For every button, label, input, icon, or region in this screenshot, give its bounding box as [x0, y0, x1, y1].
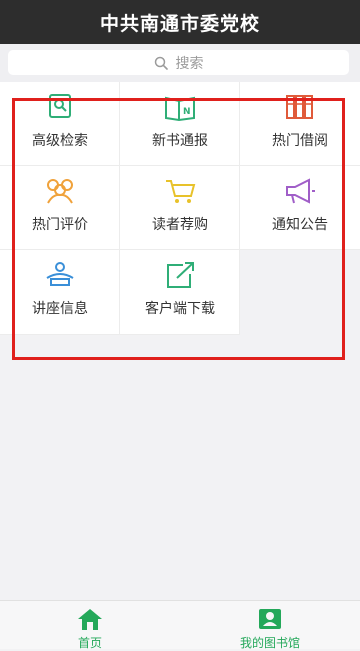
lecture-icon	[46, 262, 74, 286]
grid-item-label: 高级检索	[32, 133, 88, 149]
grid-item-label: 新书通报	[152, 133, 208, 149]
grid-item-reader-recommend[interactable]: 读者荐购	[120, 166, 240, 250]
grid-item-label: 热门借阅	[272, 133, 328, 149]
grid-item-advanced-search[interactable]: 高级检索	[0, 82, 120, 166]
tab-my-library[interactable]: 我的图书馆	[180, 601, 360, 650]
grid-item-label: 读者荐购	[152, 217, 208, 233]
people-icon	[47, 179, 73, 204]
svg-text:N: N	[183, 107, 191, 117]
user-card-icon	[259, 609, 281, 629]
grid-item-label: 通知公告	[272, 217, 328, 233]
tab-label: 首页	[77, 636, 102, 650]
search-icon	[154, 56, 168, 70]
search-icon	[49, 94, 71, 118]
grid-item-client-download[interactable]: 客户端下载	[120, 250, 240, 335]
grid-item-label: 讲座信息	[32, 301, 88, 317]
megaphone-icon	[286, 178, 315, 204]
cart-icon	[166, 180, 196, 203]
download-icon	[167, 262, 194, 288]
grid-item-hot-borrow[interactable]: 热门借阅	[240, 82, 360, 166]
grid-item-new-books[interactable]: N 新书通报	[120, 82, 240, 166]
home-icon	[78, 609, 102, 630]
grid-item-notices[interactable]: 通知公告	[240, 166, 360, 250]
search-input[interactable]: 搜索	[8, 50, 349, 75]
empty-cell	[240, 250, 360, 335]
grid-item-label: 客户端下载	[145, 301, 215, 317]
app-header: 中共南通市委党校	[0, 0, 360, 44]
bottom-tabbar: 首页 我的图书馆	[0, 600, 360, 650]
tab-home[interactable]: 首页	[0, 601, 180, 650]
books-shelf-icon	[286, 95, 313, 119]
tab-label: 我的图书馆	[239, 636, 300, 650]
search-bar: 搜索	[0, 44, 360, 82]
page-title: 中共南通市委党校	[99, 12, 260, 35]
new-book-icon: N	[165, 96, 195, 122]
search-placeholder: 搜索	[175, 55, 204, 72]
grid-item-hot-reviews[interactable]: 热门评价	[0, 166, 120, 250]
grid-item-label: 热门评价	[32, 217, 88, 233]
grid-item-lectures[interactable]: 讲座信息	[0, 250, 120, 335]
